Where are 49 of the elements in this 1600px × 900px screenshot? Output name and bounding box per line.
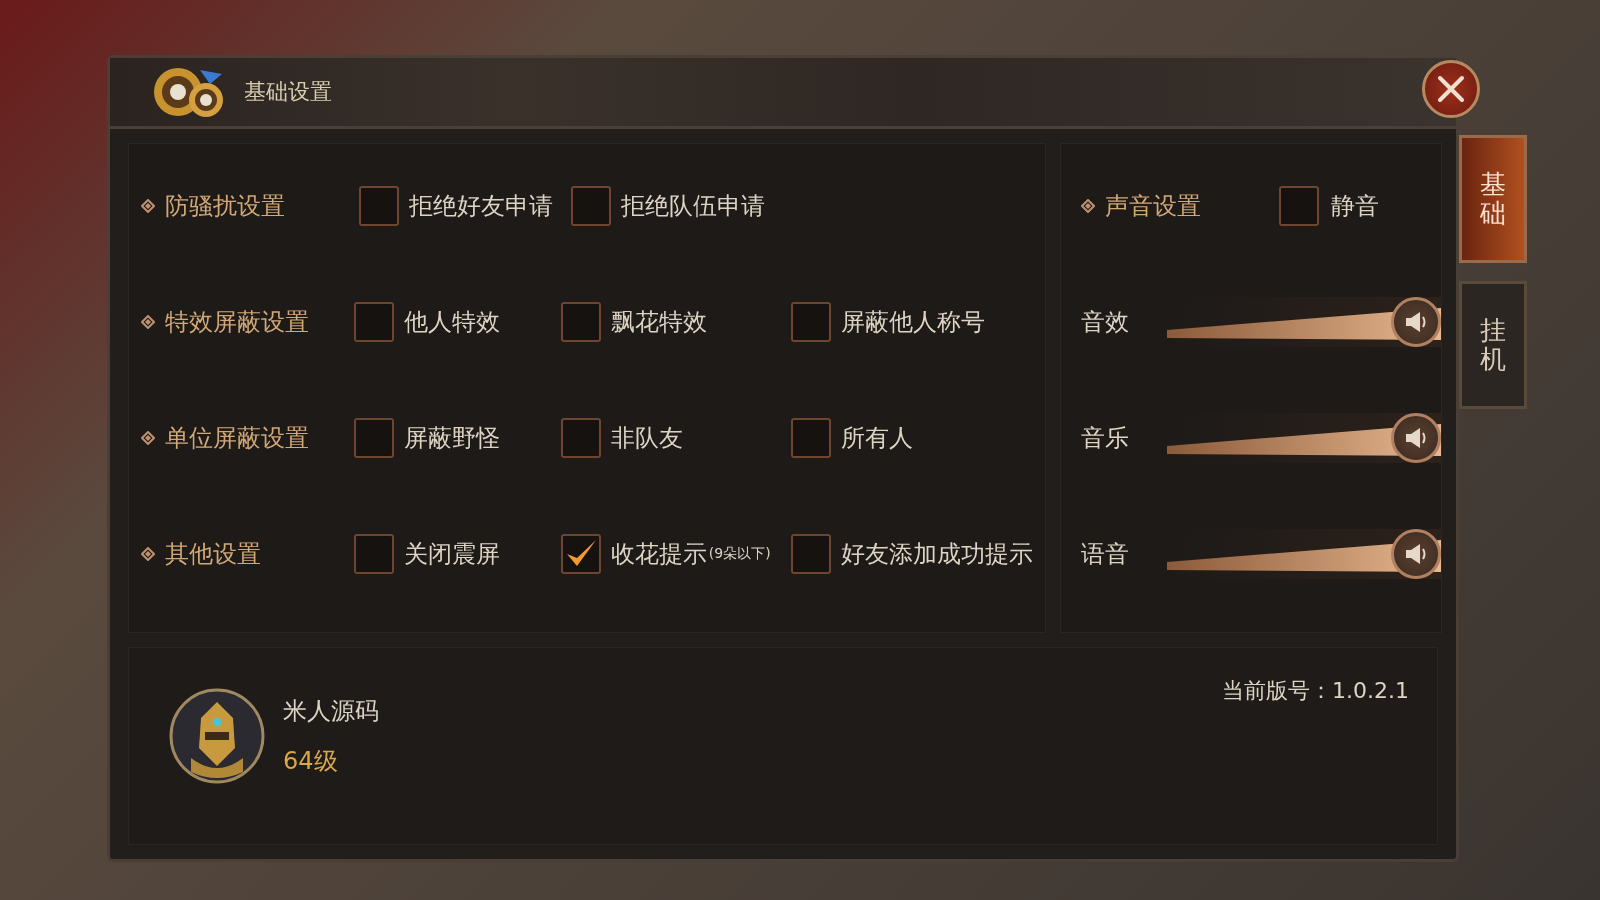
player-name: 米人源码 — [283, 696, 379, 727]
diamond-icon — [141, 547, 155, 561]
window-title: 基础设置 — [244, 78, 332, 106]
slider-label: 语音 — [1081, 539, 1130, 570]
section-label: 单位屏蔽设置 — [165, 423, 309, 454]
speaker-knob[interactable] — [1391, 297, 1441, 347]
option-label: 好友添加成功提示 — [841, 539, 1034, 570]
checkbox[interactable] — [791, 418, 832, 458]
checkbox[interactable] — [560, 302, 601, 342]
option-label: 非队友 — [610, 423, 683, 454]
player-level: 64级 — [283, 746, 339, 777]
option-label: 屏蔽野怪 — [403, 423, 500, 454]
checkbox[interactable] — [560, 418, 601, 458]
checkbox[interactable] — [353, 418, 394, 458]
diamond-icon — [1081, 199, 1095, 213]
option-label: 收花提示 — [610, 539, 707, 570]
checkbox[interactable] — [560, 534, 601, 574]
option-note: (9朵以下) — [708, 545, 771, 563]
option-label: 所有人 — [841, 423, 914, 454]
version-label: 当前版号：1.0.2.1 — [1222, 677, 1409, 705]
slider-label: 音效 — [1081, 307, 1130, 338]
speaker-knob[interactable] — [1391, 413, 1441, 463]
section-label: 防骚扰设置 — [165, 191, 285, 222]
option-label: 关闭震屏 — [403, 539, 500, 570]
checkbox[interactable] — [571, 186, 611, 226]
option-label: 他人特效 — [403, 307, 500, 338]
diamond-icon — [141, 431, 155, 445]
section-label: 其他设置 — [165, 539, 261, 570]
side-tab[interactable]: 基础 — [1459, 135, 1527, 263]
checkbox[interactable] — [791, 302, 832, 342]
diamond-icon — [141, 315, 155, 329]
checkbox[interactable] — [791, 534, 832, 574]
speaker-knob[interactable] — [1391, 529, 1441, 579]
option-label: 拒绝好友申请 — [409, 191, 553, 222]
checkbox[interactable] — [353, 302, 394, 342]
close-icon — [1436, 74, 1466, 104]
checkbox[interactable] — [1279, 186, 1319, 226]
option-label: 屏蔽他人称号 — [841, 307, 986, 338]
slider-label: 音乐 — [1081, 423, 1130, 454]
section-label: 声音设置 — [1105, 191, 1201, 222]
diamond-icon — [141, 199, 155, 213]
section-label: 特效屏蔽设置 — [165, 307, 309, 338]
helmet-avatar-icon — [169, 688, 265, 784]
option-label: 静音 — [1331, 191, 1379, 222]
option-label: 拒绝队伍申请 — [621, 191, 765, 222]
option-label: 飘花特效 — [610, 307, 707, 338]
checkbox[interactable] — [359, 186, 399, 226]
side-tab[interactable]: 挂机 — [1459, 281, 1527, 409]
checkbox[interactable] — [353, 534, 394, 574]
